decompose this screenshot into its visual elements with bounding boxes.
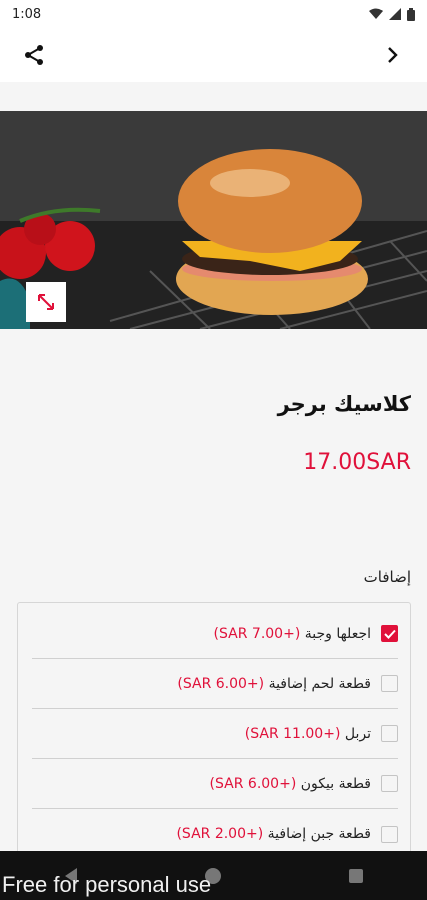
expand-icon [38,294,54,310]
addon-price: (+2.00 SAR) [176,826,264,842]
addon-label: تربل [340,725,371,742]
addon-checkbox[interactable] [381,775,398,792]
addon-checkbox[interactable] [381,825,398,843]
addon-option-text: اجعلها وجبة (+7.00 SAR) [214,626,371,642]
forward-button[interactable] [377,39,409,71]
wifi-icon [369,8,383,19]
addon-option-text: قطعة بيكون (+6.00 SAR) [210,776,371,792]
addon-label: قطعة لحم إضافية [264,675,371,692]
product-price: 17.00SAR [303,450,411,475]
addons-section-title: إضافات [363,568,411,586]
addon-option-text: قطعة جبن إضافية (+2.00 SAR) [176,826,371,842]
status-time: 1:08 [12,6,42,22]
check-icon [383,629,396,639]
addon-option-text: تربل (+11.00 SAR) [245,726,371,742]
addons-card: اجعلها وجبة (+7.00 SAR) قطعة لحم إضافية … [17,602,411,862]
addon-label: اجعلها وجبة [300,625,371,642]
addon-checkbox[interactable] [381,725,398,742]
addon-label: قطعة جبن إضافية [263,826,371,842]
share-icon [25,45,43,65]
addon-option-text: قطعة لحم إضافية (+6.00 SAR) [177,676,371,692]
addon-option[interactable]: قطعة بيكون (+6.00 SAR) [32,759,398,809]
addon-checkbox[interactable] [381,625,398,642]
addon-price: (+7.00 SAR) [213,625,301,642]
addon-checkbox[interactable] [381,675,398,692]
battery-icon [407,7,415,21]
status-icons [369,7,415,21]
addon-label: قطعة بيكون [296,775,371,792]
chevron-right-icon [388,47,398,63]
app-bar [0,28,427,82]
addon-price: (+6.00 SAR) [209,775,297,792]
addon-price: (+11.00 SAR) [244,725,341,742]
signal-icon [389,8,401,20]
expand-button[interactable] [26,282,66,322]
recents-icon[interactable] [348,868,364,884]
addon-price: (+6.00 SAR) [177,675,265,692]
product-image [0,111,427,329]
share-button[interactable] [18,39,50,71]
product-title: كلاسيك برجر [277,392,411,416]
addon-option[interactable]: تربل (+11.00 SAR) [32,709,398,759]
watermark-text: Free for personal use [2,872,212,897]
addon-option[interactable]: اجعلها وجبة (+7.00 SAR) [32,609,398,659]
addon-option[interactable]: قطعة لحم إضافية (+6.00 SAR) [32,659,398,709]
status-bar: 1:08 [0,0,427,28]
